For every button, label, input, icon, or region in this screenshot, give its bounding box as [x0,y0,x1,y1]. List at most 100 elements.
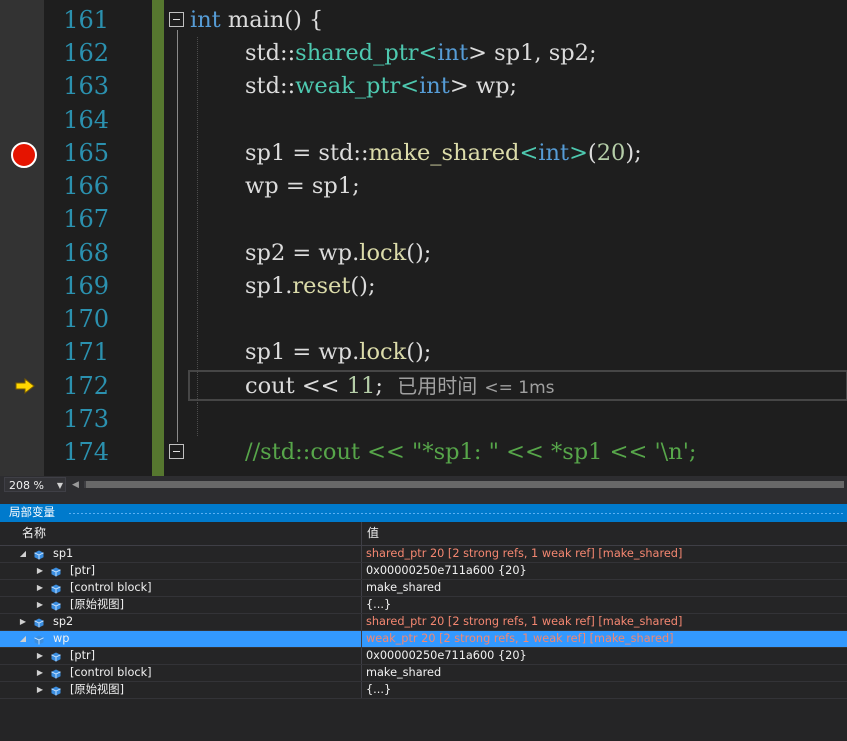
variable-name: sp2 [53,615,74,628]
line-number: 161 [63,6,109,34]
variable-value[interactable]: 0x00000250e711a600 {20} [366,648,527,664]
chevron-down-icon: ▼ [56,481,63,490]
locals-column-header: 名称 值 [0,522,847,546]
collapsed-triangle-icon[interactable]: ▶ [36,597,44,613]
line-number: 166 [63,172,109,200]
locals-row[interactable]: ▶ [原始视图] {...} [0,682,847,699]
code-line-175-partial [164,469,847,476]
column-divider [361,648,362,664]
code-line-168[interactable]: sp2 = wp.lock(); [164,237,847,270]
code-area[interactable]: int main() { std::shared_ptr<int> sp1, s… [164,0,847,476]
object-icon [34,634,44,645]
code-line-167[interactable] [164,203,847,236]
zoom-dropdown[interactable]: 208 % ▼ [4,477,66,492]
object-icon [51,685,61,696]
code-line-165[interactable]: sp1 = std::make_shared<int>(20); [164,137,847,170]
variable-name: [ptr] [70,564,96,577]
variable-name: [原始视图] [70,683,125,696]
horizontal-scroll-thumb[interactable] [86,481,844,488]
code-line-163[interactable]: std::weak_ptr<int> wp; [164,70,847,103]
locals-row[interactable]: ▶ [control block] make_shared [0,580,847,597]
panel-splitter[interactable] [0,494,847,504]
code-line-174[interactable]: //std::cout << "*sp1: " << *sp1 << '\n'; [164,436,847,469]
line-number: 170 [63,305,109,333]
variable-name: wp [53,632,70,645]
line-number: 174 [63,438,109,466]
expanded-triangle-icon[interactable]: ◢ [19,631,27,647]
object-icon [51,583,61,594]
line-number: 165 [63,139,109,167]
glyph-margin[interactable] [0,0,44,476]
code-line-164[interactable] [164,104,847,137]
variable-name: sp1 [53,547,74,560]
variable-value[interactable]: 0x00000250e711a600 {20} [366,563,527,579]
collapse-icon[interactable] [169,12,184,27]
locals-row[interactable]: ▶ sp2 shared_ptr 20 [2 strong refs, 1 weak… [0,614,847,631]
column-header-value[interactable]: 值 [367,522,379,545]
scroll-left-icon[interactable]: ◀ [72,479,79,491]
object-icon [34,617,44,628]
code-line-162[interactable]: std::shared_ptr<int> sp1, sp2; [164,37,847,70]
locals-row[interactable]: ▶ [control block] make_shared [0,665,847,682]
column-divider [361,563,362,579]
variable-value[interactable]: make_shared [366,580,441,596]
column-divider [361,597,362,613]
locals-title-bar[interactable]: 局部变量 [0,504,847,522]
collapsed-triangle-icon[interactable]: ▶ [36,648,44,664]
column-header-name[interactable]: 名称 [22,522,46,545]
variable-value[interactable]: shared_ptr 20 [2 strong refs, 1 weak ref… [366,546,682,562]
object-icon [34,549,44,560]
breakpoint-icon[interactable] [11,142,37,168]
object-icon [51,651,61,662]
code-line-169[interactable]: sp1.reset(); [164,270,847,303]
code-line-170[interactable] [164,303,847,336]
column-divider [361,665,362,681]
column-splitter[interactable] [361,522,362,545]
instruction-pointer-arrow-icon[interactable] [15,378,35,394]
locals-title: 局部变量 [9,505,55,519]
locals-row[interactable]: ▶ [原始视图] {...} [0,597,847,614]
column-divider [361,580,362,596]
variable-name: [control block] [70,666,152,679]
collapsed-triangle-icon[interactable]: ▶ [19,614,27,630]
locals-row[interactable]: ◢ sp1 shared_ptr 20 [2 strong refs, 1 weak… [0,546,847,563]
variable-name: [原始视图] [70,598,125,611]
object-icon [51,600,61,611]
line-number: 162 [63,39,109,67]
code-line-173[interactable] [164,403,847,436]
column-divider [361,631,362,647]
collapsed-triangle-icon[interactable]: ▶ [36,682,44,698]
line-number: 173 [63,405,109,433]
collapse-icon[interactable] [169,444,184,459]
variable-value[interactable]: {...} [366,682,391,698]
code-line-172-current[interactable]: cout << 11; 已用时间 <= 1ms [164,370,847,403]
collapsed-triangle-icon[interactable]: ▶ [36,563,44,579]
expanded-triangle-icon[interactable]: ◢ [19,546,27,562]
variable-value[interactable]: weak_ptr 20 [2 strong refs, 1 weak ref] … [366,631,674,647]
locals-rows: ◢ sp1 shared_ptr 20 [2 strong refs, 1 weak… [0,546,847,699]
line-number-gutter: 161 162 163 164 165 166 167 168 169 170 171 172 173 1… [44,0,152,476]
locals-row[interactable]: ▶ [ptr] 0x00000250e711a600 {20} [0,563,847,580]
variable-value[interactable]: make_shared [366,665,441,681]
locals-window: 局部变量 名称 值 ◢ sp1 shared_ptr 20 [2 strong re… [0,504,847,741]
locals-row[interactable]: ◢ wp weak_ptr 20 [2 strong refs, 1 weak re… [0,631,847,648]
column-divider [361,682,362,698]
line-number: 164 [63,106,109,134]
collapsed-triangle-icon[interactable]: ▶ [36,580,44,596]
line-number: 169 [63,272,109,300]
column-divider [361,546,362,562]
code-line-166[interactable]: wp = sp1; [164,170,847,203]
column-divider [361,614,362,630]
line-number: 163 [63,72,109,100]
title-grip [68,512,843,515]
code-editor[interactable]: 161 162 163 164 165 166 167 168 169 170 171 172 173 1… [0,0,847,476]
editor-bottom-bar: 208 % ▼ ◀ [0,476,847,494]
perf-tip[interactable]: 已用时间 <= 1ms [397,373,554,399]
collapsed-triangle-icon[interactable]: ▶ [36,665,44,681]
locals-row[interactable]: ▶ [ptr] 0x00000250e711a600 {20} [0,648,847,665]
line-number: 168 [63,239,109,267]
variable-value[interactable]: shared_ptr 20 [2 strong refs, 1 weak ref… [366,614,682,630]
code-line-161[interactable]: int main() { [164,4,847,37]
variable-value[interactable]: {...} [366,597,391,613]
code-line-171[interactable]: sp1 = wp.lock(); [164,336,847,369]
